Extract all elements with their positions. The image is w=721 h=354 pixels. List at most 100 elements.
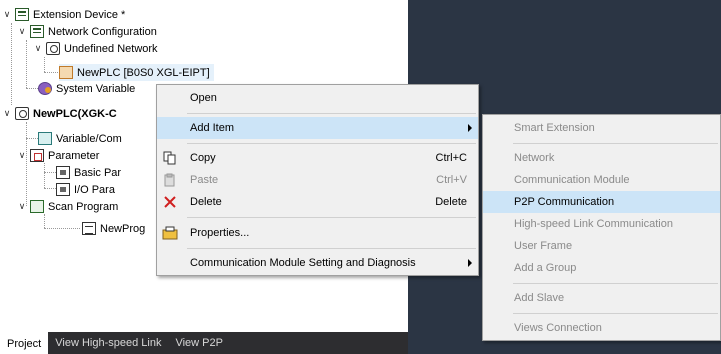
tree-line — [44, 228, 80, 229]
menu-item-network[interactable]: Network — [483, 147, 720, 169]
extension-device-icon — [15, 8, 29, 21]
tree-item-label: Parameter — [48, 149, 100, 162]
menu-separator — [187, 248, 476, 249]
plc-icon — [15, 107, 29, 120]
tree-item-basic-parameter[interactable]: Basic Par — [56, 164, 121, 181]
menu-item-label: Paste — [190, 174, 219, 186]
tree-item-io-parameter[interactable]: I/O Para — [56, 181, 115, 198]
io-parameter-icon — [56, 183, 70, 196]
tree-line — [26, 122, 27, 206]
menu-item-paste[interactable]: Paste Ctrl+V — [157, 169, 478, 191]
tab-project[interactable]: Project — [0, 332, 49, 354]
menu-separator — [187, 113, 476, 114]
context-menu: Open Add Item Copy Ctrl+C Paste Ctrl+V D… — [156, 84, 479, 276]
variable-comment-icon — [38, 132, 52, 145]
menu-item-label: High-speed Link Communication — [514, 218, 673, 230]
tree-item-network-configuration[interactable]: ∨ Network Configuration — [16, 23, 157, 40]
tree-line — [44, 57, 45, 72]
menu-item-label: Smart Extension — [514, 122, 595, 134]
chevron-down-icon[interactable]: ∨ — [1, 108, 13, 120]
chevron-down-icon[interactable]: ∨ — [16, 150, 28, 162]
submenu-arrow-icon — [468, 259, 472, 267]
parameter-icon — [30, 149, 44, 162]
tree-item-label: Variable/Com — [56, 132, 122, 145]
plc-module-icon — [59, 66, 73, 79]
tree-item-variable-comment[interactable]: Variable/Com — [38, 130, 122, 147]
menu-separator — [187, 217, 476, 218]
basic-parameter-icon — [56, 166, 70, 179]
tree-line — [11, 23, 12, 105]
tree-line — [44, 214, 45, 228]
menu-item-p2p-communication[interactable]: P2P Communication — [483, 191, 720, 213]
tree-item-label: Extension Device * — [33, 8, 126, 21]
menu-item-label: Communication Module Setting and Diagnos… — [190, 257, 416, 269]
menu-item-open[interactable]: Open — [157, 87, 478, 109]
chevron-down-icon[interactable]: ∨ — [1, 9, 13, 21]
chevron-down-icon[interactable]: ∨ — [16, 201, 28, 213]
menu-item-smart-extension[interactable]: Smart Extension — [483, 117, 720, 139]
menu-item-label: Add Item — [190, 122, 235, 134]
tree-item-extension-device[interactable]: ∨ Extension Device * — [1, 6, 125, 23]
tree-item-label: I/O Para — [74, 183, 115, 196]
tree-line — [26, 138, 38, 139]
paste-icon — [162, 172, 178, 188]
tree-line — [44, 163, 45, 188]
menu-item-label: Views Connection — [514, 322, 602, 334]
menu-item-views-connection[interactable]: Views Connection — [483, 317, 720, 339]
tree-line — [44, 172, 56, 173]
menu-item-properties[interactable]: Properties... — [157, 222, 478, 244]
shortcut-label: Ctrl+V — [436, 174, 467, 186]
menu-item-add-item[interactable]: Add Item — [157, 117, 478, 139]
tree-line — [26, 40, 27, 88]
shortcut-label: Ctrl+C — [435, 152, 467, 164]
chevron-down-icon[interactable]: ∨ — [16, 26, 28, 38]
scan-program-icon — [30, 200, 44, 213]
menu-item-label: Properties... — [190, 227, 250, 239]
tree-item-system-variable[interactable]: System Variable — [38, 80, 135, 97]
tree-item-parameter[interactable]: ∨ Parameter — [16, 147, 99, 164]
menu-item-copy[interactable]: Copy Ctrl+C — [157, 147, 478, 169]
tree-item-label: NewPLC [B0S0 XGL-EIPT] — [77, 66, 210, 79]
menu-item-label: User Frame — [514, 240, 573, 252]
menu-item-label: Open — [190, 92, 217, 104]
network-configuration-icon — [30, 25, 44, 38]
shortcut-label: Delete — [435, 196, 467, 208]
menu-item-add-group[interactable]: Add a Group — [483, 257, 720, 279]
menu-item-high-speed-link[interactable]: High-speed Link Communication — [483, 213, 720, 235]
tree-item-label: Basic Par — [74, 166, 122, 179]
properties-icon — [162, 225, 178, 241]
menu-item-label: Copy — [190, 152, 216, 164]
tree-item-scan-program[interactable]: ∨ Scan Program — [16, 198, 118, 215]
tree-item-newplc-network[interactable]: NewPLC [B0S0 XGL-EIPT] — [59, 64, 214, 81]
program-icon — [82, 222, 96, 235]
tab-view-p2p[interactable]: View P2P — [168, 332, 230, 354]
bottom-tab-bar: Project View High-speed Link View P2P — [0, 332, 408, 354]
tree-item-label: System Variable — [56, 82, 136, 95]
tree-item-undefined-network[interactable]: ∨ Undefined Network — [32, 40, 158, 57]
menu-item-label: Communication Module — [514, 174, 630, 186]
menu-item-communication-module[interactable]: Communication Module — [483, 169, 720, 191]
tab-view-high-speed-link[interactable]: View High-speed Link — [48, 332, 168, 354]
tree-line — [44, 188, 56, 189]
menu-item-add-slave[interactable]: Add Slave — [483, 287, 720, 309]
tree-item-new-program[interactable]: NewProg — [82, 220, 145, 237]
chevron-down-icon[interactable]: ∨ — [32, 43, 44, 55]
menu-separator — [187, 143, 476, 144]
menu-item-communication-module-setting[interactable]: Communication Module Setting and Diagnos… — [157, 252, 478, 274]
tree-item-label: Undefined Network — [64, 42, 158, 55]
delete-icon — [162, 194, 178, 210]
menu-item-delete[interactable]: Delete Delete — [157, 191, 478, 213]
copy-icon — [162, 150, 178, 166]
tree-item-label: Network Configuration — [48, 25, 157, 38]
menu-separator — [513, 283, 718, 284]
tree-line — [44, 72, 58, 73]
system-variable-icon — [38, 82, 52, 95]
tree-item-newplc[interactable]: ∨ NewPLC(XGK-C — [1, 105, 117, 122]
network-icon — [46, 42, 60, 55]
menu-item-user-frame[interactable]: User Frame — [483, 235, 720, 257]
submenu-arrow-icon — [468, 124, 472, 132]
tree-item-label: NewPLC(XGK-C — [33, 107, 117, 120]
menu-separator — [513, 313, 718, 314]
menu-item-label: Delete — [190, 196, 222, 208]
add-item-submenu: Smart Extension Network Communication Mo… — [482, 114, 721, 341]
